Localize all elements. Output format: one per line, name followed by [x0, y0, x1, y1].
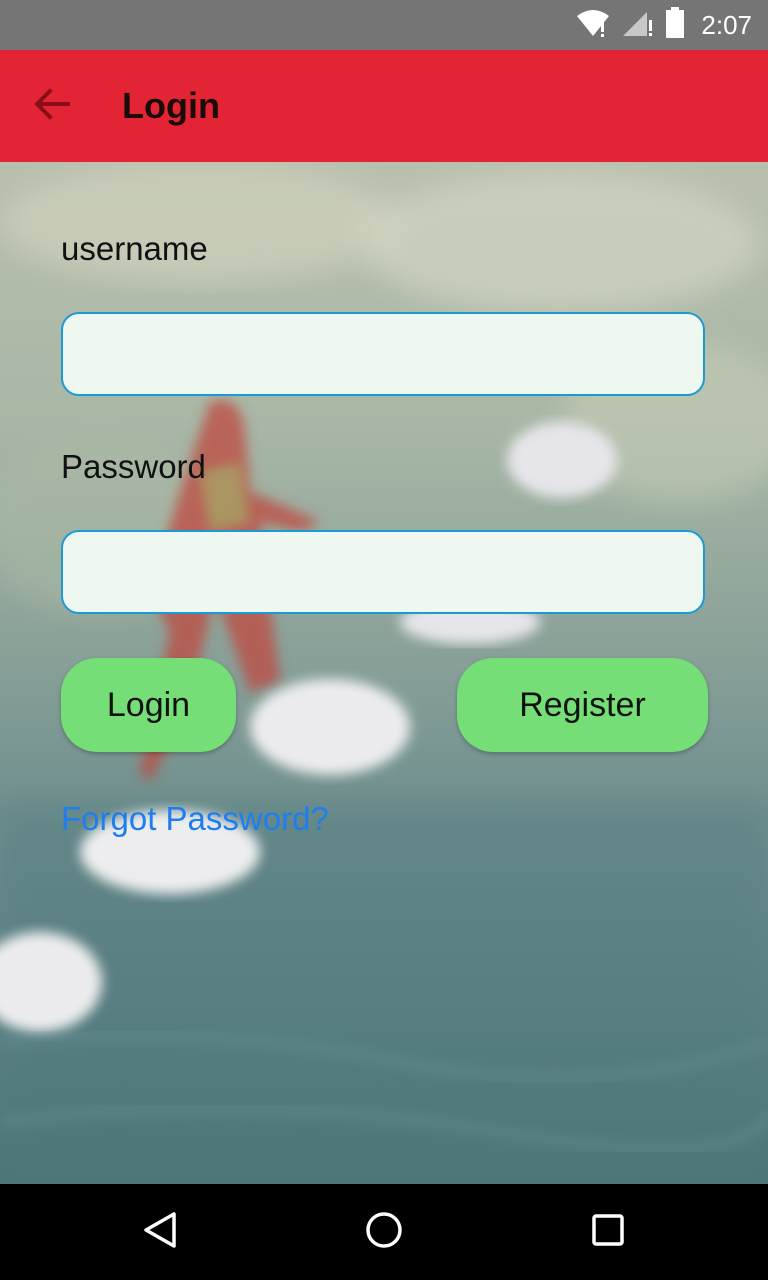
battery-icon [665, 6, 685, 44]
username-input[interactable] [61, 312, 705, 396]
nav-recents-button[interactable] [584, 1208, 632, 1256]
app-bar: Login [0, 50, 768, 162]
nav-back-button[interactable] [136, 1208, 184, 1256]
password-label: Password [61, 448, 206, 485]
password-input[interactable] [61, 530, 705, 614]
username-label: username [61, 230, 208, 267]
recents-square-icon [588, 1210, 628, 1255]
status-time: 2:07 [701, 9, 752, 40]
back-triangle-icon [140, 1210, 180, 1255]
page-title: Login [122, 85, 220, 126]
arrow-back-icon [34, 87, 70, 125]
register-button[interactable]: Register [457, 658, 708, 752]
login-form-area: username Password Login Register Forgot … [0, 162, 768, 1184]
login-screen: 2:07 Login username Password Login Regis… [0, 0, 768, 1280]
home-circle-icon [364, 1210, 404, 1255]
login-button[interactable]: Login [61, 658, 236, 752]
back-button[interactable] [30, 84, 74, 128]
navigation-bar [0, 1184, 768, 1280]
nav-home-button[interactable] [360, 1208, 408, 1256]
signal-icon [621, 8, 655, 43]
status-bar: 2:07 [0, 0, 768, 50]
status-icons: 2:07 [575, 0, 752, 50]
wifi-icon [575, 8, 611, 43]
forgot-password-link[interactable]: Forgot Password? [61, 800, 329, 838]
